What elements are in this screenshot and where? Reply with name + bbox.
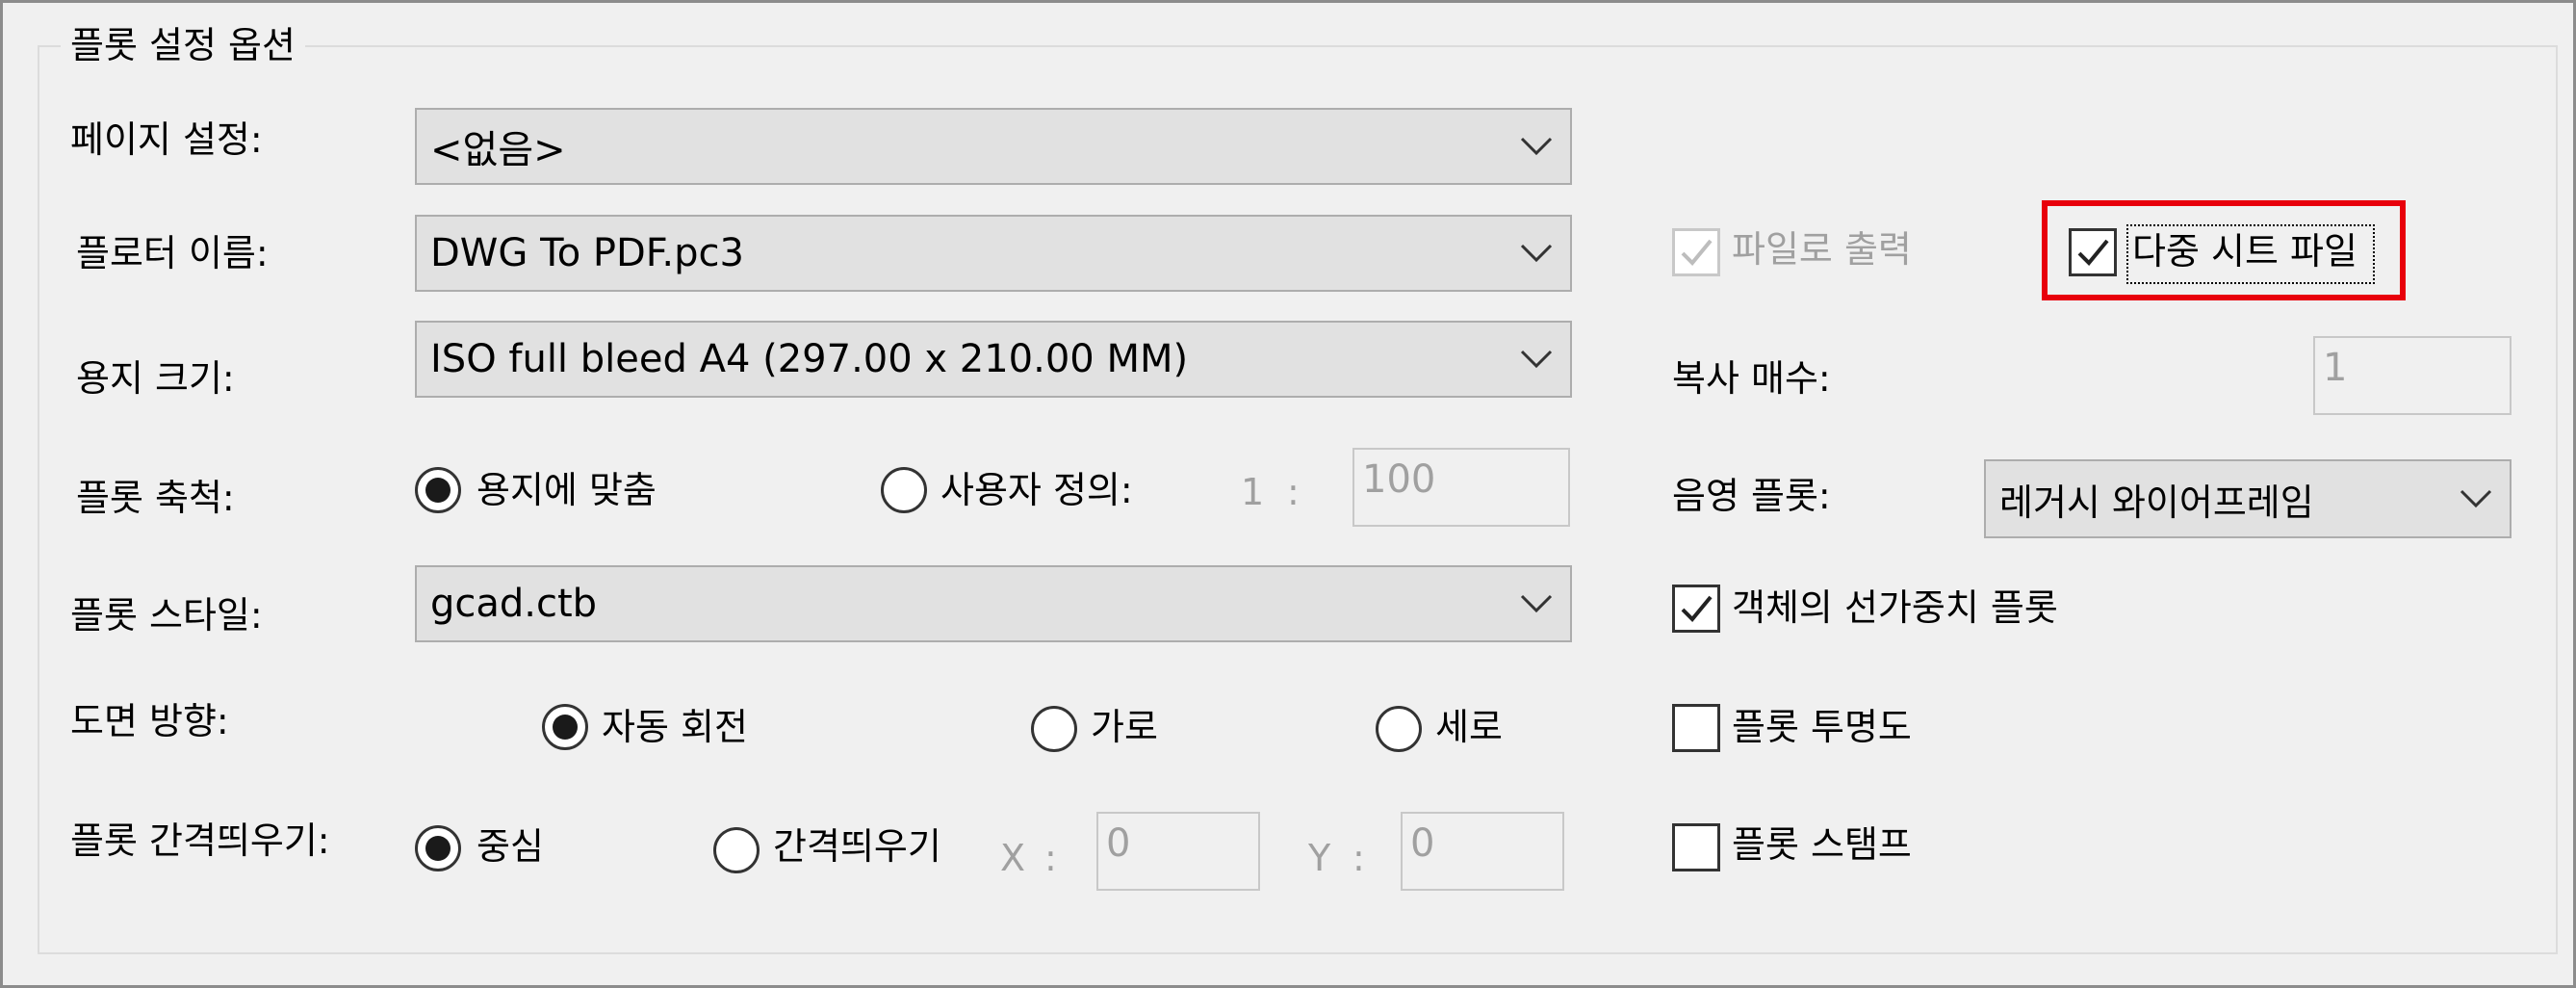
copies-input[interactable]: 1 xyxy=(2313,336,2512,415)
portrait-label: 세로 xyxy=(1435,706,1503,748)
x-offset-input[interactable]: 0 xyxy=(1096,812,1260,891)
plot-style-label: 플롯 스타일: xyxy=(70,594,263,637)
custom-scale-radio[interactable] xyxy=(881,467,927,513)
paper-size-label: 용지 크기: xyxy=(76,357,235,400)
chevron-down-icon xyxy=(1520,137,1553,156)
plotter-name-value: DWG To PDF.pc3 xyxy=(430,231,744,275)
group-title: 플롯 설정 옵션 xyxy=(61,18,305,72)
plot-offset-label: 플롯 간격띄우기: xyxy=(70,819,330,862)
fit-to-paper-radio[interactable] xyxy=(415,467,461,513)
paper-size-value: ISO full bleed A4 (297.00 x 210.00 MM) xyxy=(430,337,1189,381)
page-setup-label: 페이지 설정: xyxy=(70,118,263,161)
page-setup-value: <없음> xyxy=(430,128,566,172)
stamp-label: 플롯 스탬프 xyxy=(1732,823,1912,866)
checkmark-icon xyxy=(1681,239,1713,266)
scale-ratio-left: 1 xyxy=(1241,471,1265,513)
y-offset-input[interactable]: 0 xyxy=(1401,812,1564,891)
radio-selected-dot xyxy=(425,836,451,861)
center-plot-label: 중심 xyxy=(477,825,544,868)
portrait-radio[interactable] xyxy=(1376,706,1422,752)
fit-to-paper-label: 용지에 맞춤 xyxy=(477,469,657,511)
lineweights-label: 객체의 선가중치 플롯 xyxy=(1732,586,2058,629)
plot-scale-label: 플롯 축척: xyxy=(76,477,235,519)
plotter-name-dropdown[interactable]: DWG To PDF.pc3 xyxy=(415,215,1572,292)
auto-rotate-label: 자동 회전 xyxy=(602,706,748,748)
transparency-checkbox[interactable] xyxy=(1672,704,1720,752)
plot-style-dropdown[interactable]: gcad.ctb xyxy=(415,565,1572,642)
shade-plot-value: 레거시 와이어프레임 xyxy=(1999,481,2314,524)
plot-style-value: gcad.ctb xyxy=(430,582,598,626)
plotter-name-label: 플로터 이름: xyxy=(76,232,269,274)
shade-plot-dropdown[interactable]: 레거시 와이어프레임 xyxy=(1984,459,2512,538)
chevron-down-icon xyxy=(1520,244,1553,263)
custom-scale-label: 사용자 정의: xyxy=(940,469,1133,511)
orientation-label: 도면 방향: xyxy=(70,700,229,742)
stamp-checkbox[interactable] xyxy=(1672,823,1720,871)
auto-rotate-radio[interactable] xyxy=(542,704,588,750)
x-offset-label: X xyxy=(1000,837,1026,879)
x-offset-separator: : xyxy=(1044,837,1057,879)
y-offset-separator: : xyxy=(1352,837,1365,879)
copies-label: 복사 매수: xyxy=(1672,357,1831,400)
page-setup-dropdown[interactable]: <없음> xyxy=(415,108,1572,185)
scale-ratio-separator: : xyxy=(1287,471,1300,513)
window-frame: 플롯 설정 옵션 페이지 설정: <없음> 플로터 이름: DWG To PDF… xyxy=(0,0,2576,988)
chevron-down-icon xyxy=(2460,489,2492,508)
offset-radio[interactable] xyxy=(713,827,760,873)
highlight-box xyxy=(2042,200,2406,300)
lineweights-checkbox[interactable] xyxy=(1672,585,1720,633)
offset-label: 간격띄우기 xyxy=(773,825,941,868)
y-offset-label: Y xyxy=(1308,837,1331,879)
paper-size-dropdown[interactable]: ISO full bleed A4 (297.00 x 210.00 MM) xyxy=(415,321,1572,398)
radio-selected-dot xyxy=(425,478,451,503)
scale-ratio-input[interactable]: 100 xyxy=(1352,448,1570,527)
plot-to-file-checkbox[interactable] xyxy=(1672,228,1720,276)
shade-plot-label: 음영 플롯: xyxy=(1672,475,1831,517)
plot-to-file-label: 파일로 출력 xyxy=(1732,228,1912,271)
checkmark-icon xyxy=(1681,595,1713,622)
landscape-label: 가로 xyxy=(1091,706,1158,748)
chevron-down-icon xyxy=(1520,350,1553,369)
chevron-down-icon xyxy=(1520,594,1553,613)
center-plot-radio[interactable] xyxy=(415,825,461,871)
transparency-label: 플롯 투명도 xyxy=(1732,706,1912,748)
landscape-radio[interactable] xyxy=(1031,706,1077,752)
radio-selected-dot xyxy=(553,715,578,740)
